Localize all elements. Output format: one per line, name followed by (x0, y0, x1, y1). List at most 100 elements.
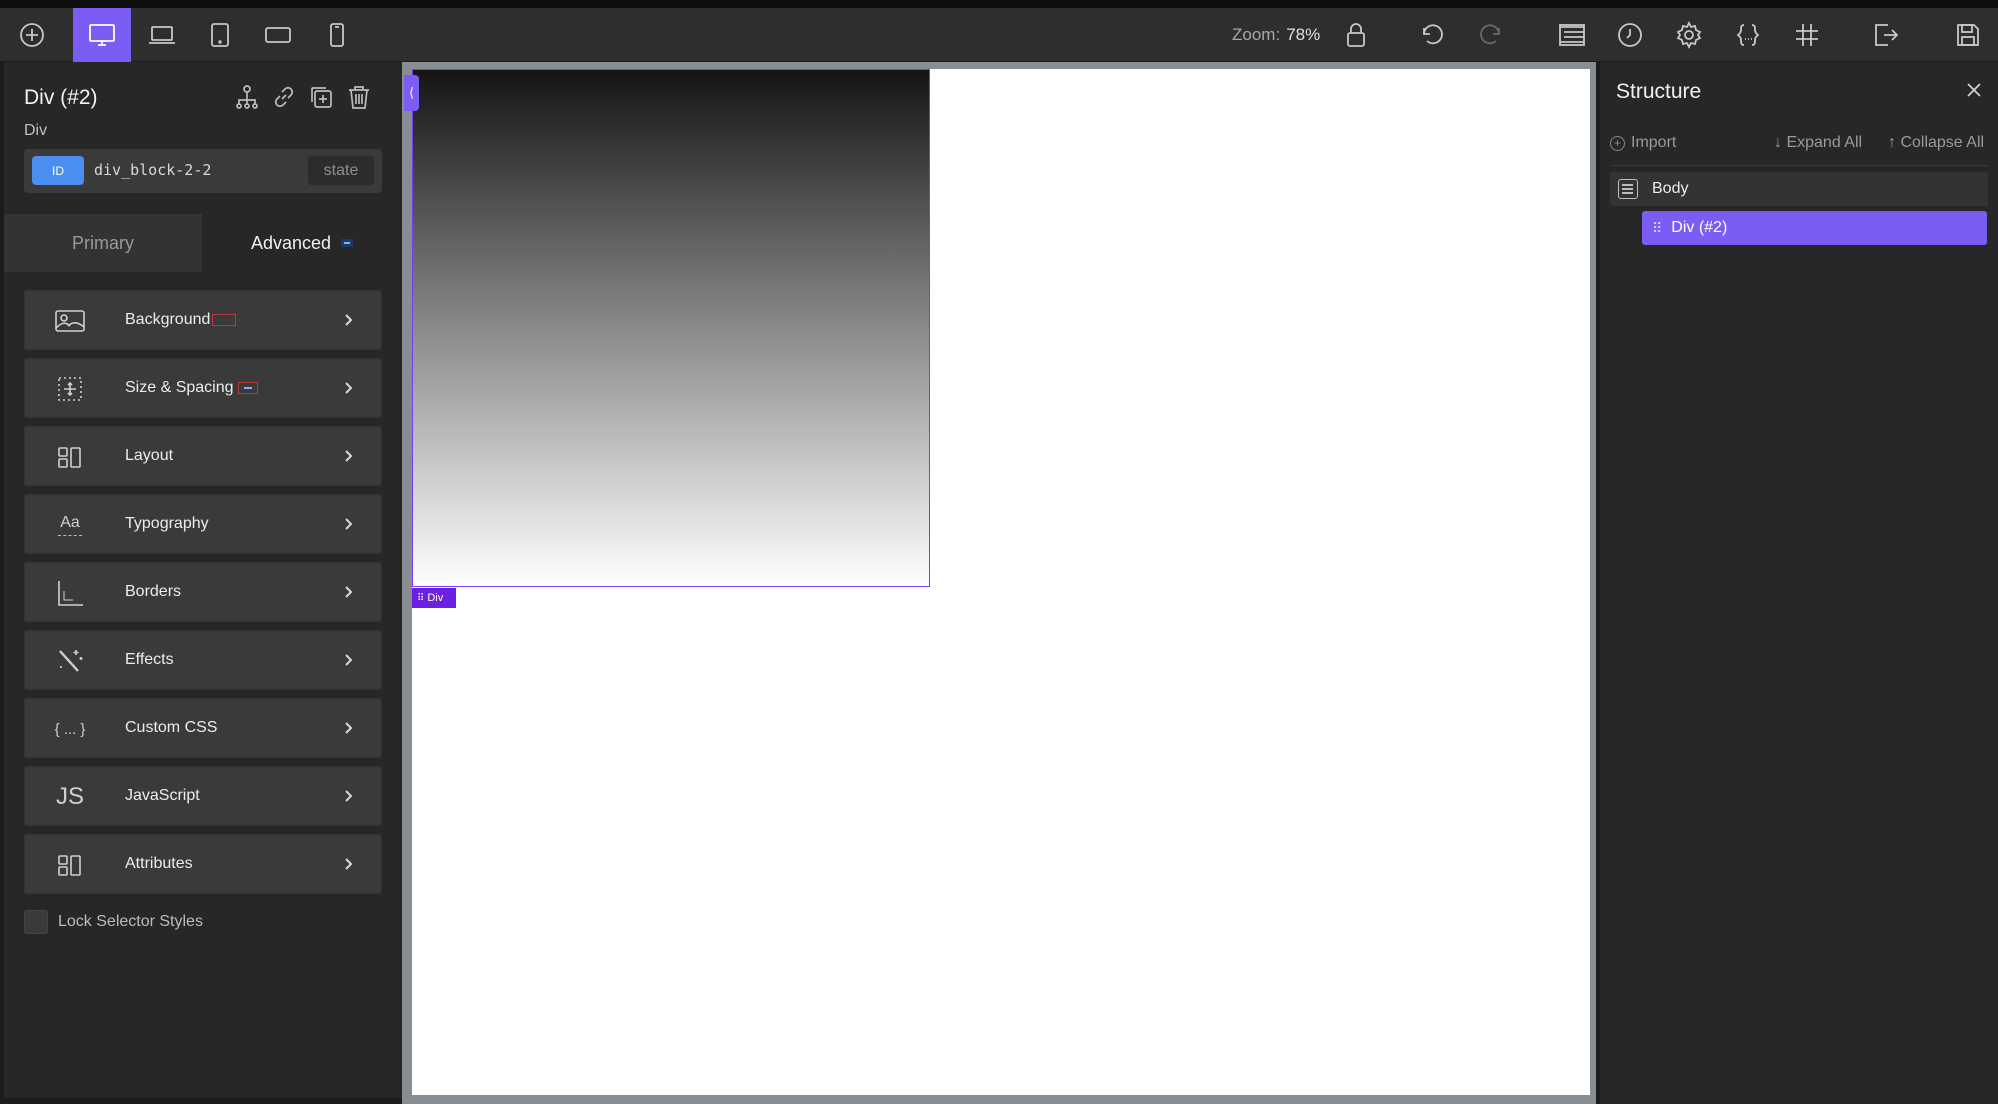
tablet-landscape-icon[interactable] (254, 8, 302, 62)
import-button[interactable]: + Import (1610, 134, 1676, 152)
section-attributes[interactable]: Attributes (24, 834, 382, 894)
selector-field[interactable]: ID div_block-2-2 state (24, 149, 382, 193)
section-label: Attributes (125, 855, 193, 872)
selector-value[interactable]: div_block-2-2 (94, 161, 211, 179)
window-top-edge (0, 0, 1998, 8)
chevron-right-icon (343, 313, 353, 332)
section-label: Background (125, 311, 211, 328)
javascript-icon: JS (55, 782, 85, 812)
zoom-label: Zoom: (1232, 25, 1281, 44)
settings-icon[interactable] (1665, 8, 1713, 62)
structure-actions: + Import ↓ Expand All ↑ Collapse All (1610, 134, 1992, 158)
save-icon[interactable] (1944, 8, 1992, 62)
tree-item-label: Body (1652, 180, 1689, 197)
layout-icon (55, 442, 85, 472)
background-icon (55, 306, 85, 336)
code-icon[interactable] (1724, 8, 1772, 62)
zoom-indicator[interactable]: Zoom: 78% (1232, 8, 1320, 62)
duplicate-icon[interactable] (306, 82, 336, 112)
tablet-icon[interactable] (196, 8, 244, 62)
tab-advanced[interactable]: Advanced (202, 214, 402, 272)
page-canvas[interactable]: ⠿ Div (412, 69, 1590, 1095)
modified-indicator (341, 239, 354, 247)
document-icon (1618, 179, 1638, 199)
effects-icon (55, 646, 85, 676)
chevron-right-icon (343, 789, 353, 808)
panel-tabs: Primary Advanced (4, 214, 402, 272)
section-effects[interactable]: Effects (24, 630, 382, 690)
tab-primary[interactable]: Primary (4, 214, 202, 272)
lock-selector-label: Lock Selector Styles (58, 913, 203, 930)
section-label: Effects (125, 651, 174, 668)
collapse-all-button[interactable]: ↑ Collapse All (1888, 134, 1984, 152)
custom-css-glyph: { ... } (54, 720, 86, 738)
attributes-icon (55, 850, 85, 880)
drag-handle-icon[interactable]: ⠿ (417, 593, 424, 604)
section-label: Layout (125, 447, 174, 464)
section-javascript[interactable]: JS JavaScript (24, 766, 382, 826)
section-borders[interactable]: Borders (24, 562, 382, 622)
properties-panel: Div (#2) Div ID div_block-2-2 state Prim… (4, 62, 402, 1098)
undo-icon[interactable] (1408, 8, 1456, 62)
section-custom-css[interactable]: { ... } Custom CSS (24, 698, 382, 758)
collapse-panel-button[interactable]: ⟨ (404, 75, 419, 111)
selected-div-element[interactable] (412, 69, 930, 587)
lock-selector-checkbox[interactable] (24, 910, 48, 934)
modified-indicator (212, 314, 237, 326)
redo-icon[interactable] (1467, 8, 1515, 62)
chevron-right-icon (343, 517, 353, 536)
chevron-right-icon (343, 381, 353, 400)
lock-selector-styles[interactable]: Lock Selector Styles (24, 910, 203, 934)
tab-advanced-label: Advanced (250, 232, 332, 253)
custom-css-icon: { ... } (45, 714, 95, 744)
chevron-right-icon (343, 449, 353, 468)
section-layout[interactable]: Layout (24, 426, 382, 486)
element-tag-label[interactable]: ⠿ Div (412, 588, 456, 608)
size-spacing-icon (55, 374, 85, 404)
element-title: Div (#2) (24, 86, 98, 109)
tree-item-div[interactable]: ⠿ Div (#2) (1642, 211, 1987, 245)
laptop-icon[interactable] (138, 8, 186, 62)
javascript-glyph: JS (55, 783, 84, 810)
chevron-right-icon (343, 585, 353, 604)
plus-circle-icon: + (1610, 135, 1625, 151)
top-toolbar: Zoom: 78% (0, 8, 1998, 62)
link-icon[interactable] (269, 82, 299, 112)
structure-title: Structure (1616, 80, 1702, 103)
mobile-icon[interactable] (313, 8, 361, 62)
add-icon[interactable] (8, 8, 56, 62)
modified-indicator (237, 382, 258, 394)
chevron-right-icon (343, 857, 353, 876)
tree-item-body[interactable]: Body (1610, 172, 1988, 206)
close-icon[interactable] (1966, 82, 1982, 103)
section-background[interactable]: Background (24, 290, 382, 350)
element-type: Div (24, 122, 48, 139)
section-label: Size & Spacing (125, 379, 234, 396)
section-label: Custom CSS (125, 719, 218, 736)
tab-primary-label: Primary (72, 232, 134, 253)
section-typography[interactable]: Aa Typography (24, 494, 382, 554)
typography-icon: Aa (55, 510, 85, 540)
exit-icon[interactable] (1862, 8, 1910, 62)
section-size-spacing[interactable]: Size & Spacing (24, 358, 382, 418)
state-button[interactable]: state (308, 156, 374, 185)
drag-handle-icon[interactable]: ⠿ (1652, 220, 1662, 237)
lock-icon[interactable] (1332, 8, 1380, 62)
grid-icon[interactable] (1783, 8, 1831, 62)
tree-item-label: Div (#2) (1671, 219, 1728, 236)
hierarchy-icon[interactable] (232, 82, 262, 112)
expand-all-button[interactable]: ↓ Expand All (1774, 134, 1862, 152)
chevron-right-icon (343, 721, 353, 740)
chevron-right-icon (343, 653, 353, 672)
section-label: Borders (125, 583, 182, 600)
trash-icon[interactable] (344, 82, 374, 112)
history-icon[interactable] (1606, 8, 1654, 62)
typography-glyph: Aa (60, 514, 80, 531)
id-badge[interactable]: ID (32, 156, 84, 185)
section-label: JavaScript (125, 787, 200, 804)
structure-panel: Structure + Import ↓ Expand All ↑ Collap… (1600, 62, 1998, 1104)
desktop-icon[interactable] (73, 8, 131, 62)
import-label: Import (1631, 134, 1677, 151)
structure-icon[interactable] (1548, 8, 1596, 62)
element-tag-text: Div (427, 592, 444, 604)
